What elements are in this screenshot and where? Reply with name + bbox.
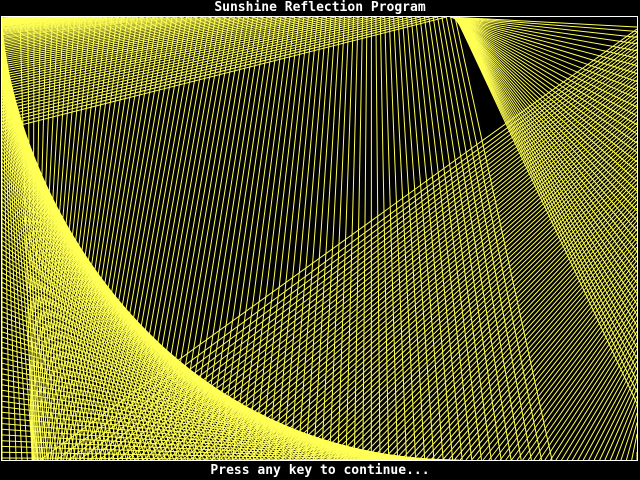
ray-line [454, 16, 638, 316]
ray-line [453, 16, 638, 273]
dos-screen[interactable]: Sunshine Reflection Program Press any ke… [0, 0, 640, 480]
ray-line [233, 104, 638, 461]
ray-line [211, 93, 638, 461]
ray-line [415, 16, 463, 461]
ray-line [494, 274, 638, 461]
ray-line [225, 16, 286, 461]
ray-line [247, 111, 638, 461]
ray-line [424, 220, 638, 461]
ray-line [182, 79, 638, 461]
program-title: Sunshine Reflection Program [214, 0, 426, 15]
ray-line [142, 62, 638, 461]
ray-line [561, 336, 638, 461]
continue-prompt[interactable]: Press any key to continue... [0, 462, 640, 480]
ray-line [388, 16, 407, 461]
sunshine-rays [1, 16, 638, 461]
ray-line [379, 16, 390, 461]
ray-line [260, 16, 309, 461]
reflection-drawing [1, 16, 638, 461]
ray-line [68, 35, 638, 461]
ray-line [313, 16, 341, 461]
ray-line [267, 16, 314, 461]
ray-line [453, 16, 638, 284]
